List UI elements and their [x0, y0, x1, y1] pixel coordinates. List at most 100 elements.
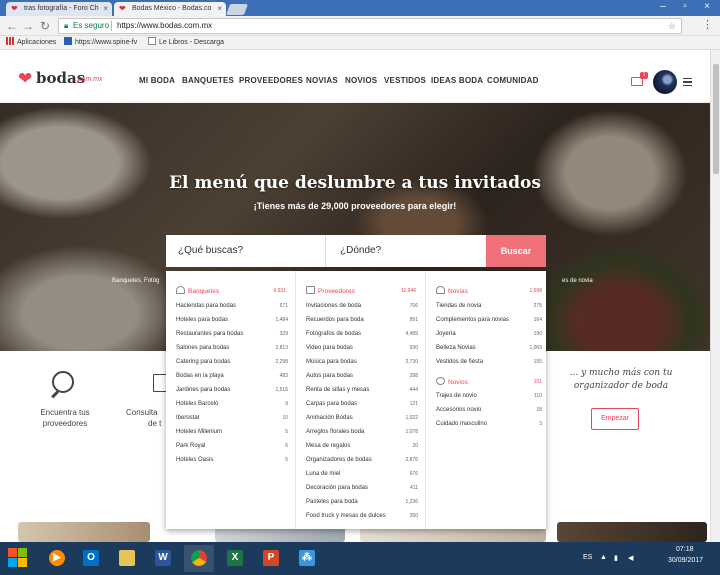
category-proveedores[interactable]: Proveedores 11,946 — [306, 286, 416, 296]
hamburger-menu-icon[interactable] — [683, 78, 692, 88]
list-item[interactable]: Pasteles para boda 1,236 — [306, 496, 418, 508]
browser-tab[interactable]: ❤ tras fotografía - Foro Ch × — [6, 2, 112, 16]
list-item[interactable]: Joyería 190 — [436, 328, 542, 340]
gallery-image[interactable] — [18, 522, 150, 542]
reload-icon[interactable]: ↻ — [37, 18, 53, 34]
list-item[interactable]: Hoteles Oasis 5 — [176, 454, 288, 466]
nav-banquetes[interactable]: BANQUETES — [182, 76, 234, 85]
list-item[interactable]: Tiendas de novia 275 — [436, 300, 542, 312]
feature-consult[interactable]: Consulta de t — [126, 407, 166, 429]
bookmark-spine[interactable]: https://www.spine-fv — [64, 36, 137, 49]
site-favicon-icon — [64, 37, 72, 45]
list-item[interactable]: Trajes de novio 110 — [436, 390, 542, 402]
list-item[interactable]: Park Royal 6 — [176, 440, 288, 452]
browser-tab-active[interactable]: ❤ Bodas México - Bodas.co × — [114, 2, 226, 16]
list-item[interactable]: Jardines para bodas 1,516 — [176, 384, 288, 396]
list-item[interactable]: Fotógrafos de bodas 4,489 — [306, 328, 418, 340]
back-arrow-icon[interactable]: ← — [4, 18, 20, 34]
nav-comunidad[interactable]: COMUNIDAD — [487, 76, 539, 85]
folder-icon — [119, 550, 135, 566]
tab-title: Bodas México - Bodas.co — [132, 5, 212, 12]
list-item[interactable]: Música para bodas 2,730 — [306, 356, 418, 368]
start-button[interactable]: Empezar — [591, 408, 639, 430]
search-what-input[interactable]: ¿Qué buscas? — [166, 235, 326, 267]
list-item[interactable]: Recuerdos para boda 991 — [306, 314, 418, 326]
browser-menu-icon[interactable]: ⋮ — [702, 18, 713, 32]
scrollbar-thumb[interactable] — [713, 64, 719, 174]
forward-arrow-icon[interactable]: → — [20, 18, 36, 34]
list-item[interactable]: Mesa de regalos 20 — [306, 440, 418, 452]
list-item[interactable]: Restaurantes para bodas 329 — [176, 328, 288, 340]
bookmark-star-icon[interactable]: ☆ — [668, 19, 676, 33]
list-item[interactable]: Hoteles Barceló 9 — [176, 398, 288, 410]
list-item[interactable]: Complementos para novias 164 — [436, 314, 542, 326]
list-item[interactable]: Arreglos florales boda 1,078 — [306, 426, 418, 438]
feature-find[interactable]: Encuentra tus proveedores — [30, 407, 100, 429]
excel-icon: X — [227, 550, 243, 566]
taskbar-app[interactable]: ⁂ — [292, 545, 322, 572]
list-item[interactable]: Food truck y mesas de dulces 260 — [306, 510, 418, 522]
list-item[interactable]: Belleza Novias 1,069 — [436, 342, 542, 354]
tray-arrow-icon[interactable]: ▲ — [600, 554, 607, 561]
category-novias[interactable]: Novias 1,598 — [436, 286, 542, 296]
list-item[interactable]: Autos para bodas 288 — [306, 370, 418, 382]
clock-time[interactable]: 07:18 — [676, 546, 694, 553]
list-item[interactable]: Luna de miel 676 — [306, 468, 418, 480]
new-tab-button[interactable] — [225, 4, 249, 15]
browser-tab-bar: ❤ tras fotografía - Foro Ch × ❤ Bodas Mé… — [0, 0, 720, 16]
list-item[interactable]: Salones para bodas 2,813 — [176, 342, 288, 354]
taskbar-outlook[interactable]: O — [76, 545, 106, 572]
network-icon[interactable]: ▮ — [614, 554, 618, 562]
hero-quicklinks-left[interactable]: Banquetes, Fotóg — [112, 278, 159, 284]
list-item[interactable]: Animación Bodas 1,022 — [306, 412, 418, 424]
nav-mi-boda[interactable]: MI BODA — [139, 76, 175, 85]
list-item[interactable]: Video para bodas 930 — [306, 342, 418, 354]
category-banquetes[interactable]: Banquetes 6,931 — [176, 286, 286, 296]
nav-novias[interactable]: NOVIAS — [306, 76, 338, 85]
minimize-icon[interactable]: – — [652, 0, 674, 14]
list-item[interactable]: Renta de sillas y mesas 444 — [306, 384, 418, 396]
close-tab-icon[interactable]: × — [217, 2, 222, 16]
list-item[interactable]: Hoteles para bodas 1,484 — [176, 314, 288, 326]
list-item[interactable]: Vestidos de fiesta 155 — [436, 356, 542, 368]
site-header: ❤ bodas .com.mx MI BODA BANQUETES PROVEE… — [0, 50, 710, 103]
nav-novios[interactable]: NOVIOS — [345, 76, 377, 85]
windows-start-icon[interactable] — [8, 548, 28, 568]
category-novios[interactable]: Novios 151 — [436, 377, 542, 387]
taskbar-media-player[interactable]: ▶ — [42, 545, 72, 572]
nav-ideas-boda[interactable]: IDEAS BODA — [431, 76, 483, 85]
list-item[interactable]: Accesorios novio 18 — [436, 404, 542, 416]
taskbar-explorer[interactable] — [112, 545, 142, 572]
bookmark-le-libros[interactable]: Le Libros - Descarga — [148, 36, 224, 49]
nav-vestidos[interactable]: VESTIDOS — [384, 76, 426, 85]
hero-quicklinks-right[interactable]: es de novia — [562, 278, 593, 284]
list-item[interactable]: Organizadores de bodas 2,876 — [306, 454, 418, 466]
list-item[interactable]: Cuidado masculino 3 — [436, 418, 542, 430]
list-item[interactable]: Decoración para bodas 411 — [306, 482, 418, 494]
list-item[interactable]: Hoteles Milenium 5 — [176, 426, 288, 438]
nav-proveedores[interactable]: PROVEEDORES — [239, 76, 303, 85]
address-bar[interactable]: 🔒︎ Es seguro https://www.bodas.com.mx ☆ — [58, 18, 682, 34]
list-item[interactable]: Catering para bodas 2,298 — [176, 356, 288, 368]
taskbar-excel[interactable]: X — [220, 545, 250, 572]
taskbar-chrome[interactable] — [184, 545, 214, 572]
taskbar-word[interactable]: W — [148, 545, 178, 572]
volume-icon[interactable]: ◀ — [628, 554, 633, 562]
avatar[interactable] — [653, 70, 677, 94]
search-button[interactable]: Buscar — [486, 235, 546, 267]
list-item[interactable]: Iberostar 10 — [176, 412, 288, 424]
language-indicator[interactable]: ES — [583, 554, 592, 561]
close-window-icon[interactable]: × — [696, 0, 718, 14]
maximize-icon[interactable]: ▫ — [674, 0, 696, 14]
page-scrollbar[interactable] — [710, 50, 720, 542]
search-where-input[interactable]: ¿Dónde? — [326, 235, 486, 267]
list-item[interactable]: Bodas en la playa 483 — [176, 370, 288, 382]
close-tab-icon[interactable]: × — [103, 2, 108, 16]
bookmark-apps[interactable]: Aplicaciones — [6, 36, 56, 49]
list-item[interactable]: Carpas para bodas 121 — [306, 398, 418, 410]
list-item[interactable]: Haciendas para bodas 671 — [176, 300, 288, 312]
clock-date[interactable]: 30/09/2017 — [668, 557, 703, 564]
gallery-image[interactable] — [557, 522, 707, 542]
list-item[interactable]: Invitaciones de boda 706 — [306, 300, 418, 312]
taskbar-powerpoint[interactable]: P — [256, 545, 286, 572]
